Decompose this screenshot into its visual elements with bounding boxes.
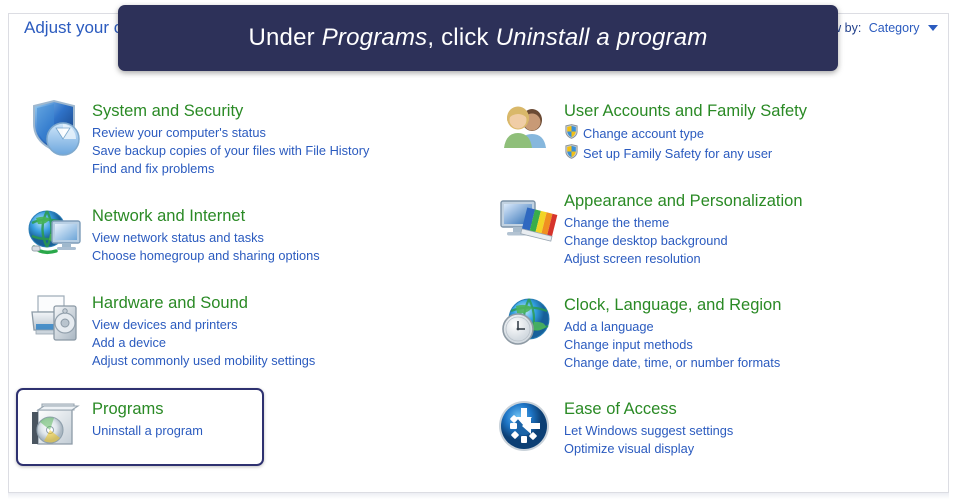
category-link-label: Change the theme [564,215,670,230]
category-title[interactable]: Programs [92,399,203,419]
category-ease-of-access[interactable]: Ease of Access Let Windows suggest setti… [490,390,737,464]
monitor-palette-icon [496,188,558,250]
category-link-label: View network status and tasks [92,230,264,245]
category-link-label: Choose homegroup and sharing options [92,248,320,263]
category-link[interactable]: Choose homegroup and sharing options [92,247,320,265]
ease-of-access-icon [496,396,558,458]
category-link-label: Adjust screen resolution [564,251,701,266]
category-programs[interactable]: Programs Uninstall a program [16,388,264,466]
category-text: System and Security Review your computer… [92,98,369,178]
category-link-label: Add a language [564,319,654,334]
category-link[interactable]: Let Windows suggest settings [564,422,733,440]
category-link[interactable]: Change input methods [564,336,781,354]
category-system-and-security[interactable]: System and Security Review your computer… [18,92,373,184]
caption-emphasis-programs: Programs [321,24,428,51]
category-link-label: Find and fix problems [92,161,215,176]
shield-pie-icon [24,98,86,160]
category-link-label: Optimize visual display [564,441,695,456]
category-title[interactable]: Network and Internet [92,206,320,226]
category-link[interactable]: Set up Family Safety for any user [564,144,807,164]
category-link[interactable]: Add a language [564,318,781,336]
category-appearance-and-personalization[interactable]: Appearance and Personalization Change th… [490,182,807,274]
category-link[interactable]: View network status and tasks [92,229,320,247]
instruction-banner: Under Programs, click Uninstall a progra… [118,5,838,71]
caption-prefix: Under [248,24,322,51]
users-icon [496,98,558,160]
programs-disc-icon [24,396,86,458]
category-link[interactable]: Change desktop background [564,232,803,250]
category-text: Appearance and Personalization Change th… [564,188,803,268]
category-title[interactable]: Appearance and Personalization [564,191,803,211]
category-link-label: Review your computer's status [92,125,266,140]
category-network-and-internet[interactable]: Network and Internet View network status… [18,197,324,271]
category-title[interactable]: User Accounts and Family Safety [564,101,807,121]
category-title[interactable]: Ease of Access [564,399,733,419]
category-link-label: Let Windows suggest settings [564,423,734,438]
category-grid: System and Security Review your computer… [0,92,958,504]
category-link[interactable]: Save backup copies of your files with Fi… [92,142,369,160]
category-link-label: Change account type [583,126,704,141]
category-link-label: Change date, time, or number formats [564,355,781,370]
caption-middle: , click [427,24,496,51]
printer-speaker-icon [24,290,86,352]
window-bottom-edge [0,492,958,504]
category-text: Programs Uninstall a program [92,396,203,440]
category-link-uninstall-a-program[interactable]: Uninstall a program [92,422,203,440]
category-title[interactable]: Clock, Language, and Region [564,295,781,315]
category-link-label: Adjust commonly used mobility settings [92,353,316,368]
category-link-label: View devices and printers [92,317,238,332]
category-link[interactable]: Change the theme [564,214,803,232]
instruction-banner-text: Under Programs, click Uninstall a progra… [248,24,707,52]
category-link[interactable]: Find and fix problems [92,160,369,178]
category-link-label: Save backup copies of your files with Fi… [92,143,370,158]
category-user-accounts-and-family-safety[interactable]: User Accounts and Family Safety Change a… [490,92,811,170]
category-text: User Accounts and Family Safety Change a… [564,98,807,164]
category-hardware-and-sound[interactable]: Hardware and Sound View devices and prin… [18,284,319,376]
category-link[interactable]: Change account type [564,124,807,144]
category-text: Network and Internet View network status… [92,203,320,265]
category-link[interactable]: Add a device [92,334,315,352]
category-text: Hardware and Sound View devices and prin… [92,290,315,370]
category-link[interactable]: View devices and printers [92,316,315,334]
category-link[interactable]: Review your computer's status [92,124,369,142]
caption-emphasis-uninstall: Uninstall a program [495,24,708,51]
view-by-value[interactable]: Category [869,21,920,35]
category-text: Clock, Language, and Region Add a langua… [564,292,781,372]
globe-clock-icon [496,292,558,354]
uac-shield-icon [564,144,579,164]
chevron-down-icon[interactable] [928,24,938,31]
globe-monitor-icon [24,203,86,265]
category-link-label: Change desktop background [564,233,728,248]
category-title[interactable]: System and Security [92,101,369,121]
category-link[interactable]: Optimize visual display [564,440,733,458]
category-title[interactable]: Hardware and Sound [92,293,315,313]
uac-shield-icon [564,124,579,144]
category-text: Ease of Access Let Windows suggest setti… [564,396,733,458]
category-clock-language-and-region[interactable]: Clock, Language, and Region Add a langua… [490,286,785,378]
category-link[interactable]: Adjust commonly used mobility settings [92,352,315,370]
category-link[interactable]: Change date, time, or number formats [564,354,781,372]
category-link-label: Change input methods [564,337,693,352]
category-link-label: Uninstall a program [92,423,203,438]
bottom-shadow [8,493,949,499]
category-link-label: Set up Family Safety for any user [583,146,773,161]
category-link-label: Add a device [92,335,166,350]
category-link[interactable]: Adjust screen resolution [564,250,803,268]
